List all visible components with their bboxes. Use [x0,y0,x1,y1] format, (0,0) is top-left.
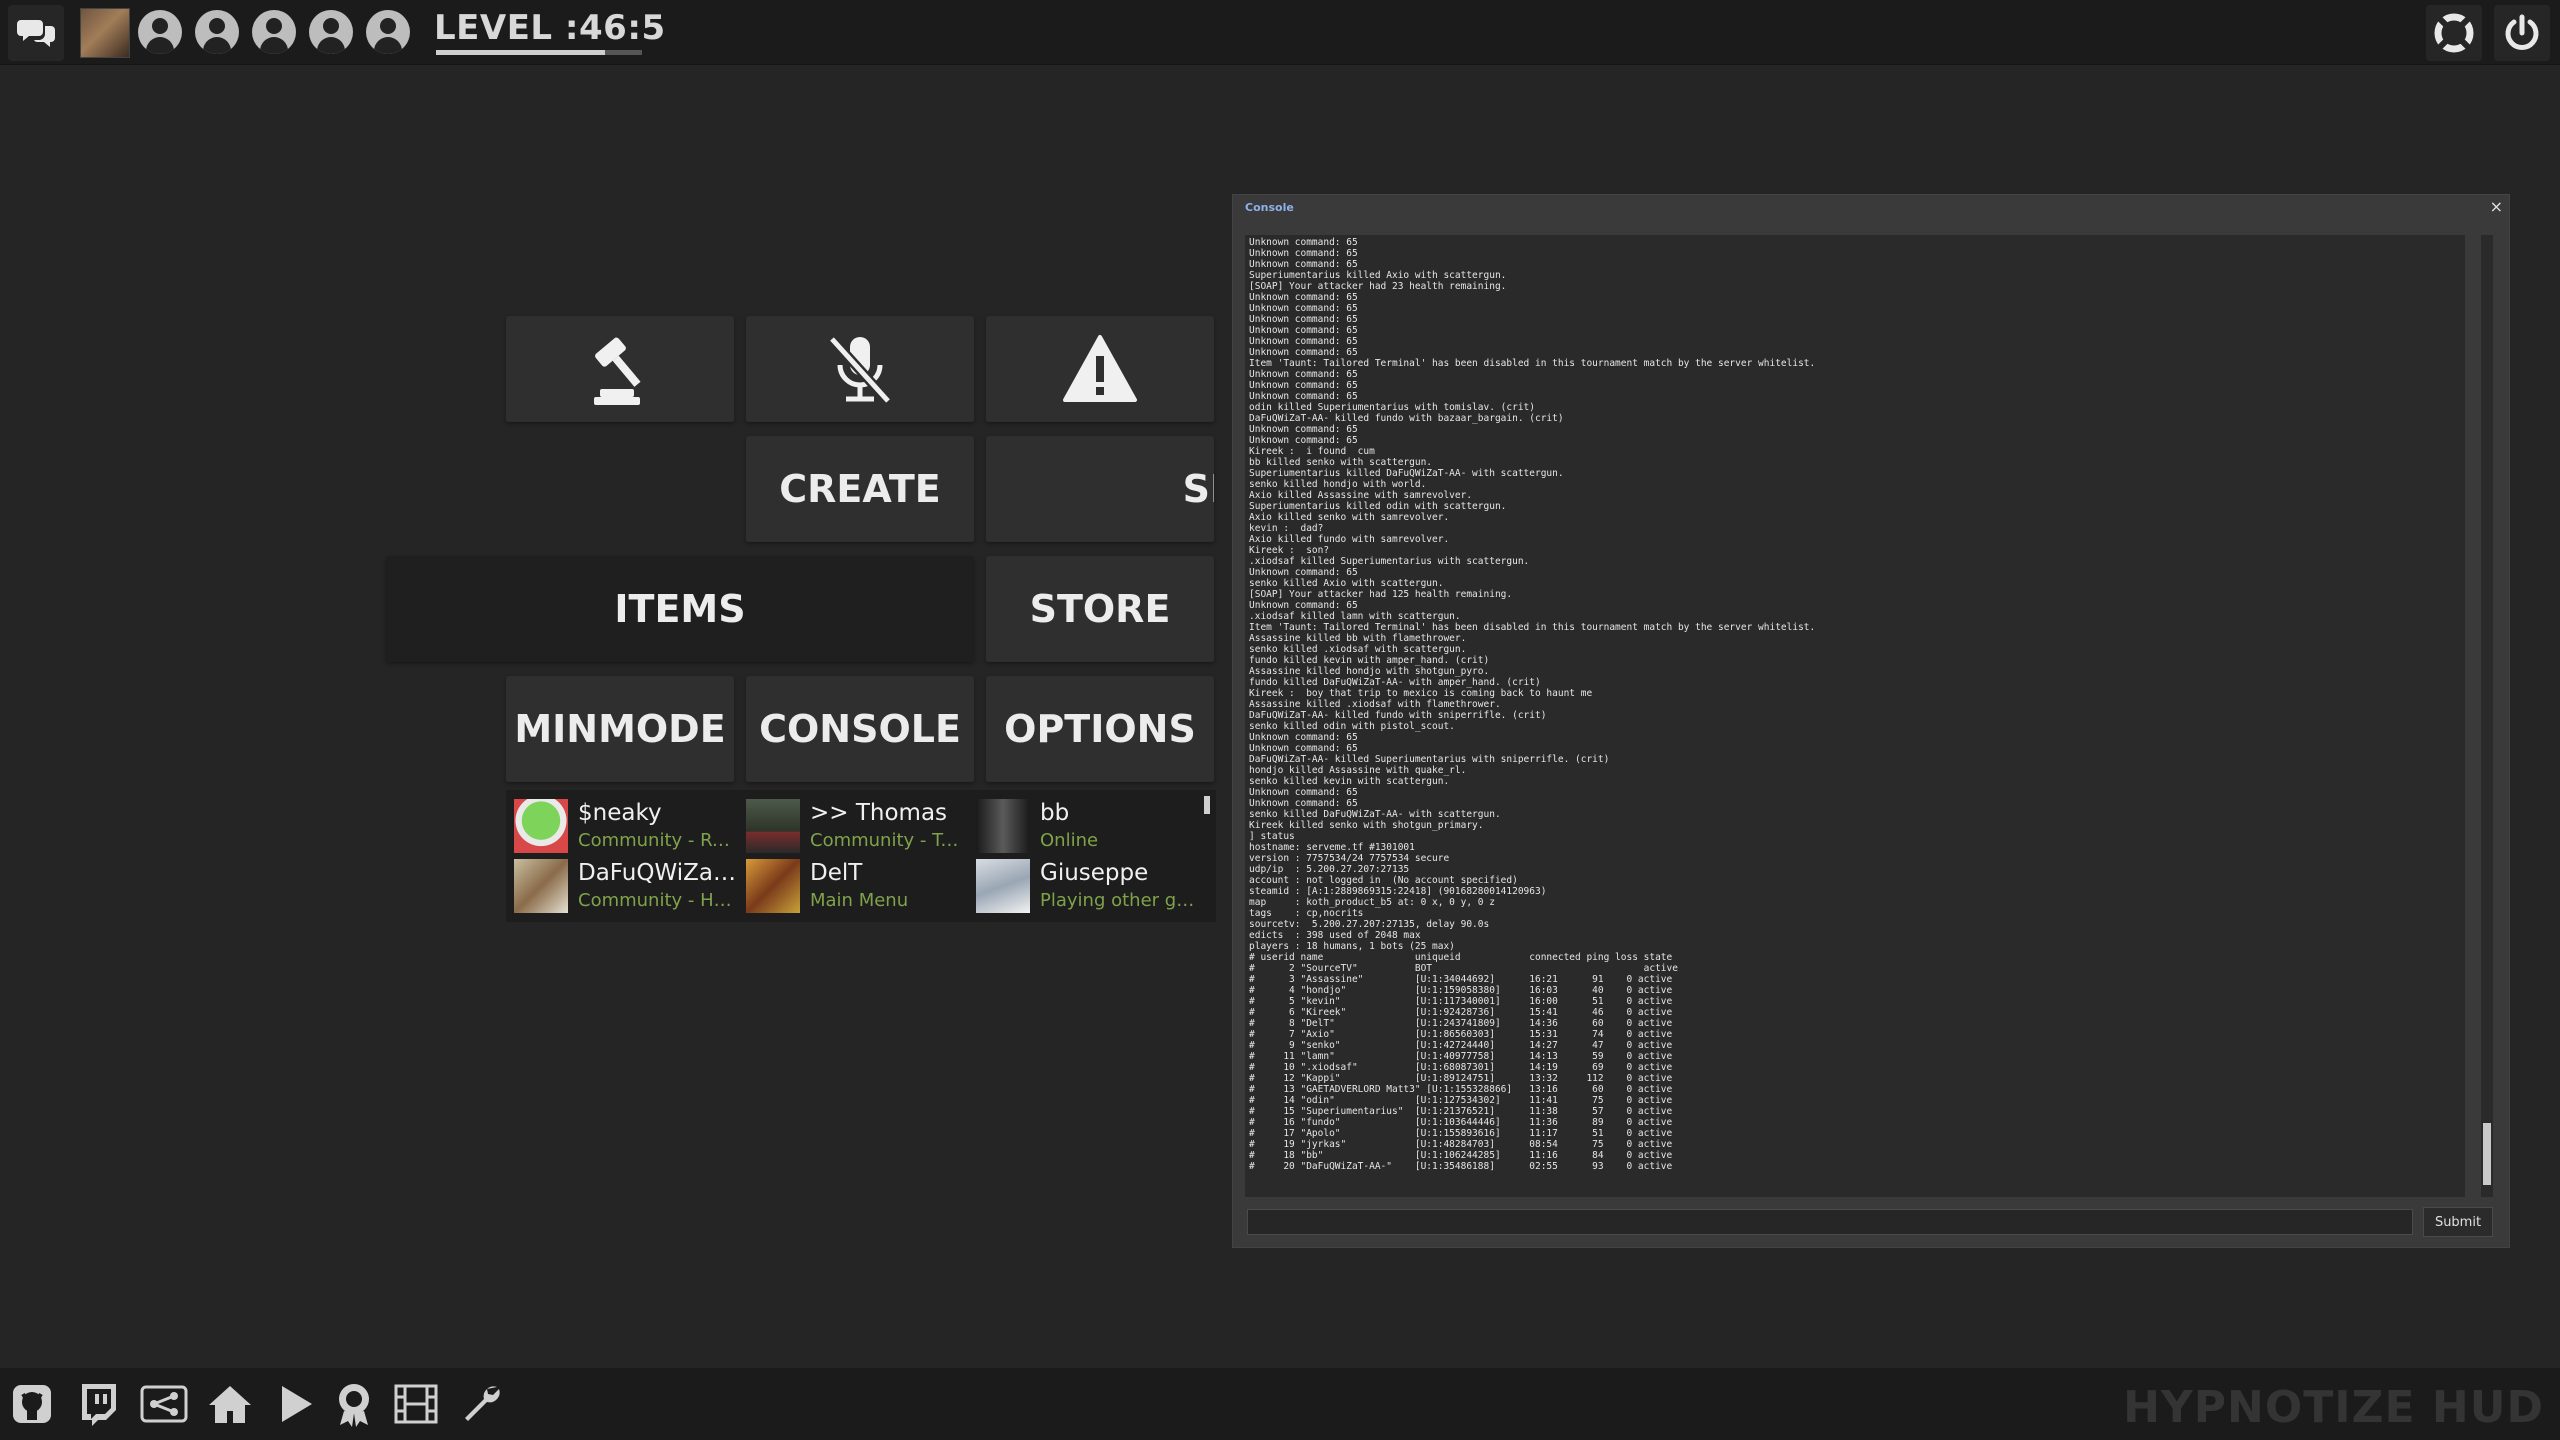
console-scroll-thumb[interactable] [2483,1123,2491,1185]
user-icon [366,10,410,54]
top-bar: LEVEL :46:5 [0,0,2560,65]
lifebuoy-icon [2434,13,2474,53]
friend-avatar [746,859,800,913]
warning-button[interactable] [986,316,1214,422]
chat-bubbles-icon [17,20,55,47]
home-icon [209,1386,251,1423]
console-button[interactable]: CONSOLE [746,676,974,782]
mic-mute-icon [828,335,892,405]
options-button[interactable]: OPTIONS [986,676,1214,782]
friend-avatar [976,799,1030,853]
user-icon [195,10,239,54]
friend-status: Community - Hig... [578,890,736,911]
achievements-button[interactable] [330,1380,378,1428]
hud-brand-logo: HYPNOTIZE HUD [2123,1382,2544,1433]
report-button[interactable] [506,316,734,422]
help-button[interactable] [2426,5,2482,61]
friend-item[interactable]: Giuseppe Playing other game [968,856,1198,914]
warning-icon [1063,335,1137,402]
friend-status: Community - Turb... [810,830,968,851]
friend-avatar [514,799,568,853]
items-button[interactable]: ITEMS [386,556,974,662]
friend-item[interactable]: DelT Main Menu [738,856,968,914]
party-slot-5[interactable] [366,10,410,54]
bottom-bar: HYPNOTIZE HUD [0,1368,2560,1440]
friend-item[interactable]: >> Thomas Community - Turb... [738,796,968,854]
party-slot-3[interactable] [252,10,296,54]
close-icon[interactable]: × [2490,197,2503,216]
twitch-button[interactable] [74,1380,122,1428]
friends-list: $neaky Community - Rec... >> Thomas Comm… [506,790,1216,922]
player-level: LEVEL :46:5 [434,8,666,48]
tools-button[interactable] [458,1380,506,1428]
friend-avatar [746,799,800,853]
console-submit-button[interactable]: Submit [2423,1207,2493,1237]
store-button[interactable]: STORE [986,556,1214,662]
github-icon [13,1385,51,1423]
create-server-button[interactable]: CREATE [746,436,974,542]
server-browser-button[interactable]: SE [986,436,1214,542]
friend-avatar [514,859,568,913]
console-command-input[interactable] [1247,1209,2413,1235]
friend-status: Online [1040,830,1099,851]
film-icon [394,1384,438,1424]
friend-status: Playing other game [1040,890,1198,911]
friend-name: DaFuQWiZaT... [578,860,736,886]
play-button[interactable] [272,1380,320,1428]
github-button[interactable] [8,1380,56,1428]
console-scrollbar[interactable] [2481,235,2493,1197]
chat-button[interactable] [8,5,64,61]
friend-name: bb [1040,800,1070,826]
friend-status: Main Menu [810,890,909,911]
console-output: Unknown command: 65 Unknown command: 65 … [1245,235,2465,1197]
user-icon [309,10,353,54]
wrench-icon [465,1386,500,1421]
friend-name: $neaky [578,800,662,826]
friend-item[interactable]: bb Online [968,796,1198,854]
user-icon [138,10,182,54]
friend-item[interactable]: $neaky Community - Rec... [506,796,736,854]
achievement-icon [339,1384,369,1427]
console-title: Console [1245,201,1294,214]
server-browser-label: SE [1182,467,1214,511]
console-window: Console × Unknown command: 65 Unknown co… [1232,194,2510,1248]
friend-avatar [976,859,1030,913]
power-icon [2505,14,2539,50]
friend-status: Community - Rec... [578,830,736,851]
player-avatar[interactable] [80,8,130,58]
share-icon [140,1385,188,1423]
quit-button[interactable] [2494,5,2550,61]
mute-voice-button[interactable] [746,316,974,422]
friend-name: >> Thomas [810,800,948,826]
home-button[interactable] [206,1380,254,1428]
party-slot-1[interactable] [138,10,182,54]
party-slot-2[interactable] [195,10,239,54]
party-slot-4[interactable] [309,10,353,54]
friend-item[interactable]: DaFuQWiZaT... Community - Hig... [506,856,736,914]
share-button[interactable] [140,1380,188,1428]
play-icon [282,1386,312,1422]
friend-name: Giuseppe [1040,860,1149,886]
user-icon [252,10,296,54]
friends-scrollbar[interactable] [1204,796,1210,814]
level-progress-bar [436,50,642,55]
twitch-icon [82,1384,116,1426]
minmode-button[interactable]: MINMODE [506,676,734,782]
replays-button[interactable] [392,1380,440,1428]
gavel-icon [594,337,641,405]
friend-name: DelT [810,860,863,886]
